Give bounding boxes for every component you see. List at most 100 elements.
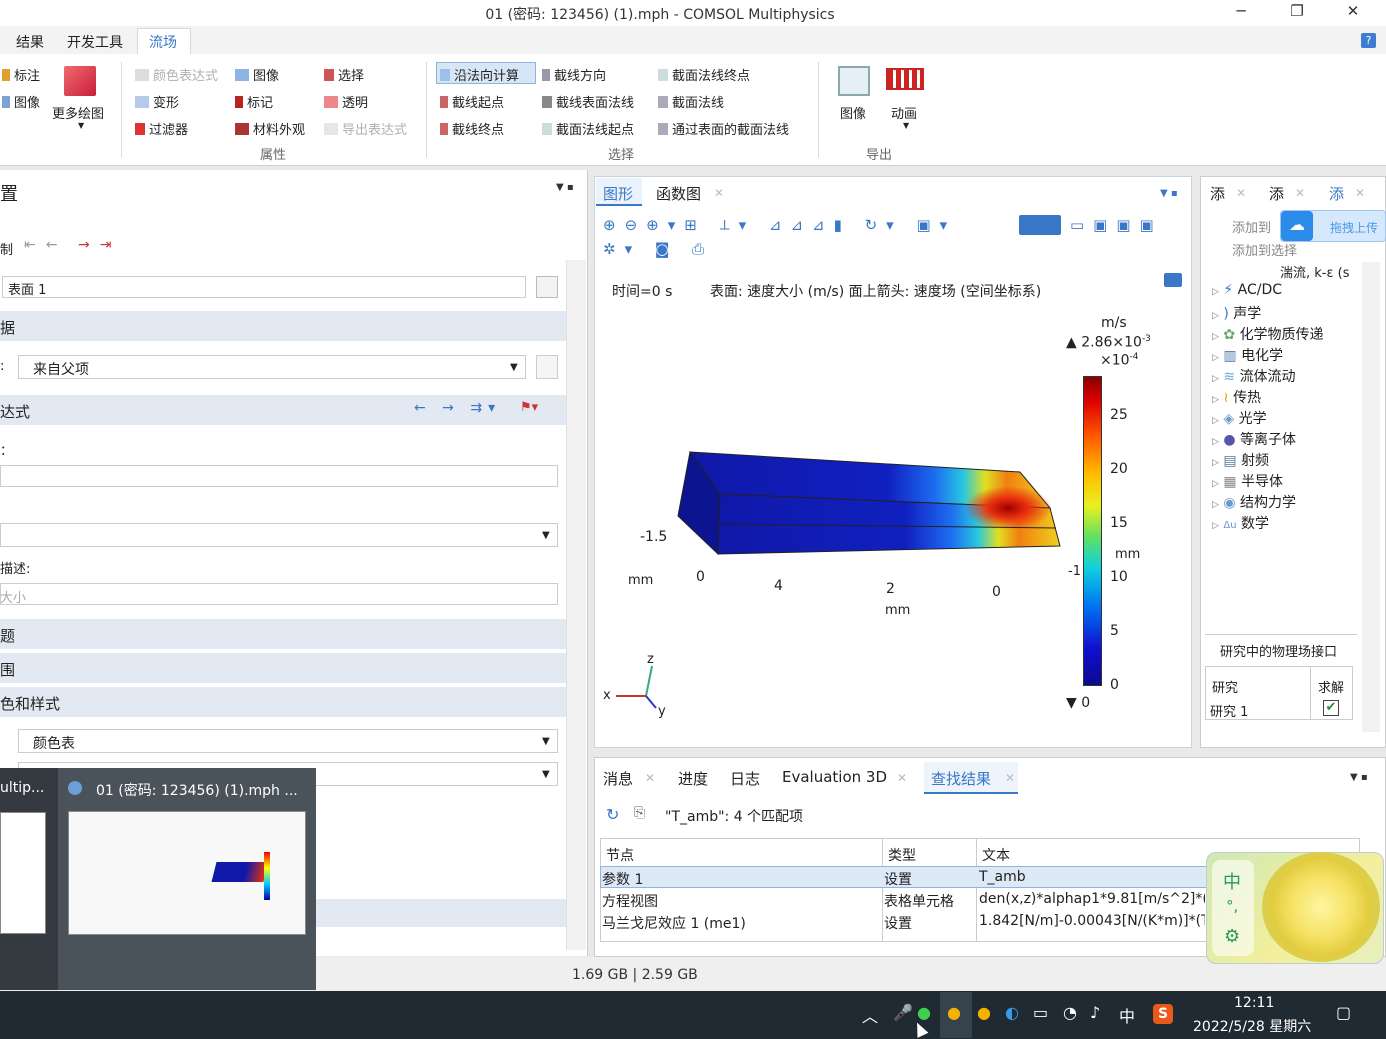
wechat-icon[interactable]: ● (917, 1003, 931, 1022)
nav-arrows-icon[interactable]: ⇤← (24, 237, 67, 253)
chevron-up-icon[interactable]: ︿ (862, 1003, 878, 1027)
qq-icon-2[interactable]: ● (977, 1003, 991, 1022)
cutline-direction-button[interactable]: 截线方向 (542, 65, 606, 84)
surface-section-normal-button[interactable]: 通过表面的截面法线 (658, 119, 789, 138)
ime-lang[interactable]: 中 (1223, 868, 1241, 894)
browser-icon[interactable]: ◐ (1005, 1003, 1019, 1022)
add-to-selection-button[interactable]: 添加到选择 (1232, 240, 1297, 259)
tree-item-fluid-flow[interactable]: ▷ ≋ 流体流动 (1212, 366, 1296, 386)
export-results-icon[interactable]: ⎘ (634, 805, 645, 821)
tab-add-3[interactable]: 添 (1329, 183, 1344, 204)
deform-button[interactable]: 变形 (135, 92, 179, 111)
annotation-button[interactable]: 标注 (2, 65, 40, 84)
normal-calc-button[interactable]: 沿法向计算 (440, 65, 519, 84)
close-icon[interactable]: ✕ (714, 186, 724, 200)
tab-add-1[interactable]: 添 (1210, 183, 1225, 204)
notification-icon[interactable]: ▢ (1336, 1003, 1351, 1022)
tab-log[interactable]: 日志 (730, 768, 760, 789)
filter-button[interactable]: 过滤器 (135, 119, 188, 138)
tab-evaluation-3d[interactable]: Evaluation 3D (782, 768, 887, 786)
section-normal-end-button[interactable]: 截面法线终点 (658, 65, 750, 84)
clock-time[interactable]: 12:11 (1234, 995, 1274, 1011)
thumbnail-2-preview[interactable] (68, 811, 306, 935)
material-appearance-button[interactable]: 材料外观 (235, 119, 305, 138)
tree-item-structural[interactable]: ▷ ◉ 结构力学 (1212, 492, 1296, 512)
tree-item-math[interactable]: ▷ Δu 数学 (1212, 513, 1269, 533)
section-normal-button[interactable]: 截面法线 (658, 92, 724, 111)
tree-item-electrochem[interactable]: ▷ ▥ 电化学 (1212, 345, 1283, 365)
close-icon[interactable]: ✕ (1295, 186, 1305, 200)
section-coloring[interactable] (0, 687, 566, 717)
nav-forward-icon[interactable]: →⇥ (78, 237, 121, 253)
tab-search-results[interactable]: 查找结果 (931, 768, 991, 789)
transparency-button[interactable]: 透明 (324, 92, 368, 111)
cutline-end-button[interactable]: 截线终点 (440, 119, 504, 138)
coloring-select[interactable] (18, 729, 558, 753)
tree-item-acdc[interactable]: ▷ ⚡ AC/DC (1212, 282, 1282, 298)
graphics-toolbar-icons[interactable]: ⊕⊖⊕▾⊞ ⟂▾ ⊿⊿⊿▮ ↻▾ ▣▾ (603, 216, 956, 234)
close-icon[interactable]: ✕ (897, 771, 907, 785)
label-input[interactable] (2, 276, 526, 298)
tree-item-rf[interactable]: ▷ ▤ 射频 (1212, 450, 1269, 470)
section-range[interactable] (0, 653, 566, 683)
graphics-toolbar-row2[interactable]: ✲▾ ◙ ⎙ (603, 240, 713, 258)
menu-developer[interactable]: 开发工具 (67, 32, 123, 52)
dataset-select[interactable] (18, 355, 526, 379)
close-icon[interactable]: ✕ (1355, 186, 1365, 200)
image-prop-button[interactable]: 图像 (235, 65, 279, 84)
graphics-menu-icon[interactable]: ▼ ▪ (1160, 188, 1178, 199)
clock-date[interactable]: 2022/5/28 星期六 (1193, 1016, 1311, 1036)
battery-icon[interactable]: ▭ (1033, 1003, 1048, 1022)
tree-item-turbulence[interactable]: 湍流, k-ε (s (1280, 262, 1350, 281)
close-icon[interactable]: ✕ (645, 771, 655, 785)
microphone-icon[interactable]: 🎤 (893, 1003, 913, 1022)
tree-item-heat-transfer[interactable]: ▷ ≀ 传热 (1212, 387, 1261, 407)
bottom-menu-icon[interactable]: ▼ ▪ (1350, 772, 1368, 783)
section-normal-start-button[interactable]: 截面法线起点 (542, 119, 634, 138)
plot-info-icon[interactable] (1164, 273, 1182, 287)
qq-icon[interactable]: ● (947, 1003, 961, 1022)
section-title[interactable] (0, 619, 566, 649)
unit-select[interactable] (0, 523, 558, 547)
render-toolbar-icons[interactable]: ▭▣▣▣ (1070, 216, 1163, 234)
wifi-icon[interactable]: ◔ (1063, 1003, 1077, 1022)
view-select-icon[interactable] (1019, 215, 1061, 235)
sogou-icon[interactable]: S (1153, 1004, 1173, 1024)
tree-item-plasma[interactable]: ▷ ● 等离子体 (1212, 429, 1296, 449)
export-expr-button[interactable]: 导出表达式 (324, 119, 407, 138)
cutline-surface-normal-button[interactable]: 截线表面法线 (542, 92, 634, 111)
expression-input[interactable] (0, 465, 558, 487)
close-icon[interactable]: ✕ (1005, 771, 1015, 785)
thumbnail-2-title[interactable]: 01 (密码: 123456) (1).mph ... (96, 780, 298, 800)
solve-checkbox[interactable]: ✔ (1323, 700, 1339, 716)
menu-flowfield[interactable]: 流场 (149, 32, 177, 52)
tab-progress[interactable]: 进度 (678, 768, 708, 789)
tree-item-semiconductor[interactable]: ▷ ▦ 半导体 (1212, 471, 1283, 491)
volume-icon[interactable]: ♪ (1090, 1003, 1100, 1022)
expression-flag-icon[interactable]: ⚑▾ (520, 400, 538, 415)
ime-indicator[interactable]: 中 (1119, 1003, 1135, 1027)
more-plots-button[interactable]: 更多绘图 (52, 103, 104, 122)
cutline-start-button[interactable]: 截线起点 (440, 92, 504, 111)
section-data[interactable] (0, 311, 566, 341)
tab-messages[interactable]: 消息 (603, 768, 633, 789)
help-icon[interactable]: ? (1361, 33, 1376, 48)
tab-function-plot[interactable]: 函数图 (656, 183, 701, 204)
close-icon[interactable]: ✕ (1236, 186, 1246, 200)
tab-add-2[interactable]: 添 (1269, 183, 1284, 204)
thumbnail-1-preview[interactable] (0, 812, 46, 934)
tree-item-optics[interactable]: ▷ ◈ 光学 (1212, 408, 1267, 428)
ime-punct[interactable]: °, (1226, 897, 1238, 915)
refresh-icon[interactable]: ↻ (606, 805, 619, 824)
add-to-button[interactable]: 添加到 (1232, 217, 1271, 236)
tree-item-acoustics[interactable]: ▷ ) 声学 (1212, 303, 1261, 323)
gear-icon[interactable]: ⚙ (1224, 926, 1240, 947)
tab-graphics[interactable]: 图形 (603, 183, 633, 204)
dataset-goto-icon[interactable] (536, 355, 558, 379)
minimize-button[interactable]: ─ (1218, 0, 1264, 26)
selection-button[interactable]: 选择 (324, 65, 364, 84)
panel-menu-icon[interactable]: ▼ ▪ (556, 182, 574, 193)
label-reset-icon[interactable] (536, 276, 558, 298)
physics-scrollbar[interactable] (1362, 262, 1380, 732)
animation-button[interactable]: 动画 (891, 103, 917, 122)
